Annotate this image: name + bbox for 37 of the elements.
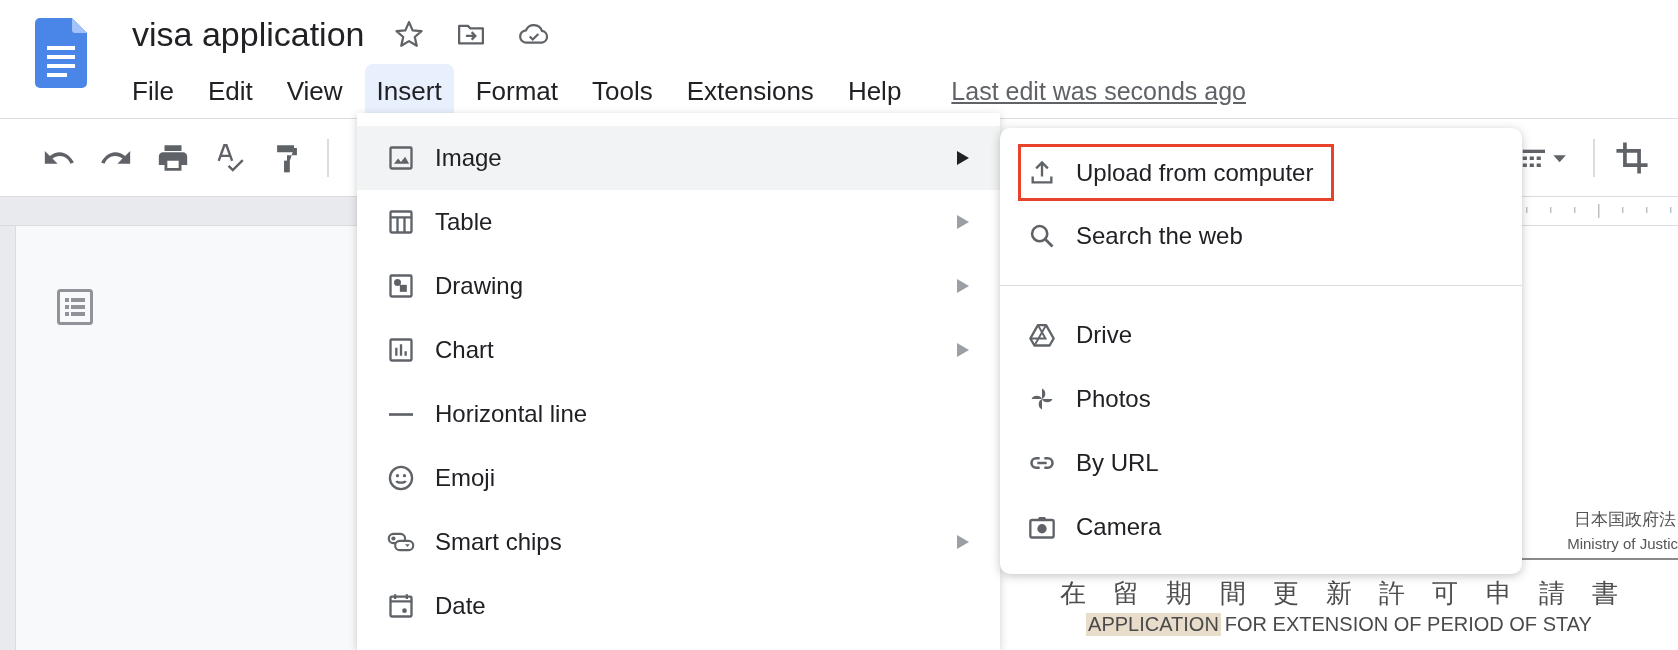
menu-item[interactable]: Photos	[1000, 367, 1522, 431]
triangle-icon	[1028, 321, 1056, 349]
bar-chart-icon	[387, 336, 415, 364]
last-edit-link[interactable]: Last edit was seconds ago	[951, 64, 1246, 118]
menu-item[interactable]: Emoji	[357, 446, 1000, 510]
ministry-heading: 日本国政府法	[1574, 509, 1676, 531]
menu-item[interactable]: Image	[357, 126, 1000, 190]
menu-item[interactable]: Camera	[1000, 495, 1522, 559]
search-icon	[1028, 222, 1056, 250]
document-title[interactable]: visa application	[132, 14, 365, 54]
menu-item[interactable]: Table	[357, 190, 1000, 254]
menu-item[interactable]: Chart	[357, 318, 1000, 382]
table-icon	[387, 208, 415, 236]
docs-logo-icon	[35, 18, 87, 88]
menu-item[interactable]: Search the web	[1000, 204, 1522, 268]
ministry-heading: Ministry of Justic	[1567, 535, 1678, 552]
shapes-icon	[387, 272, 415, 300]
form-subtitle: FOR EXTENSION OF PERIOD OF STAY	[1224, 613, 1592, 636]
menu-item[interactable]: Drawing	[357, 254, 1000, 318]
crop-icon[interactable]	[1615, 140, 1649, 175]
calendar-icon	[387, 592, 415, 620]
menu-item[interactable]: Upload from computer	[1018, 144, 1335, 201]
menu-bar-item[interactable]: Edit	[195, 64, 265, 118]
smiley-icon	[387, 464, 415, 492]
image-icon	[387, 144, 415, 172]
menu-item[interactable]: Date	[357, 574, 1000, 638]
menu-item[interactable]: Smart chips	[357, 510, 1000, 574]
menu-item[interactable]: Horizontal line	[357, 382, 1000, 446]
menu-bar-item[interactable]: View	[274, 64, 355, 118]
menu-bar-item[interactable]: File	[120, 64, 186, 118]
menu-item[interactable]: By URL	[1000, 431, 1522, 495]
outline-icon[interactable]	[57, 289, 93, 325]
form-title: 在 留 期 間 更 新 許 可 申 請 書	[1058, 577, 1620, 610]
star-icon[interactable]	[394, 19, 425, 49]
menu-item[interactable]: Drive	[1000, 303, 1522, 367]
highlighted-text: APPLICATION	[1086, 613, 1221, 636]
horizontal-line-icon	[389, 412, 413, 416]
